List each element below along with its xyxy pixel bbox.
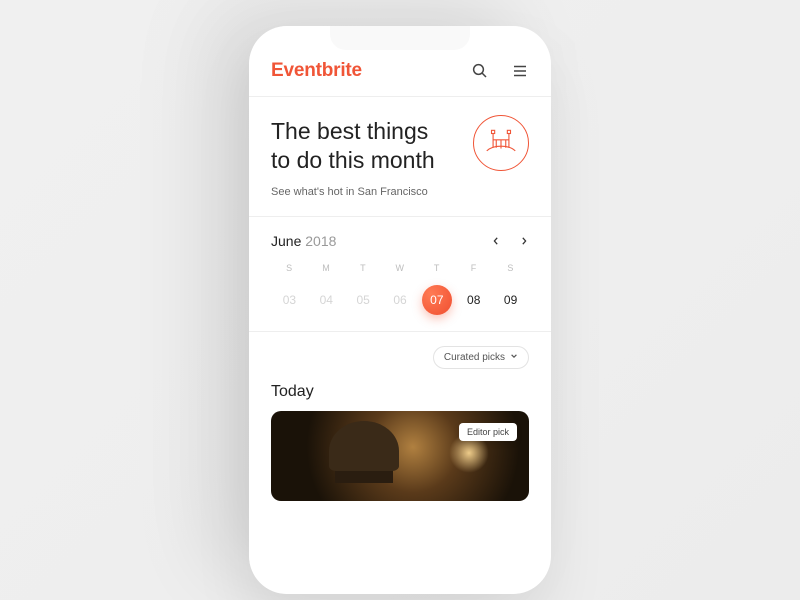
calendar-day[interactable]: 04 — [308, 283, 345, 317]
city-badge-icon[interactable] — [473, 115, 529, 171]
filter-dropdown[interactable]: Curated picks — [433, 346, 529, 369]
section-title-today: Today — [271, 383, 529, 401]
event-card[interactable]: Editor pick — [271, 411, 529, 501]
calendar: June 2018 S M T W T F S — [249, 217, 551, 332]
dow-label: S — [271, 263, 308, 273]
brand-logo[interactable]: Eventbrite — [271, 60, 362, 82]
menu-icon[interactable] — [511, 62, 529, 80]
hero-section: The best things to do this month See wha… — [249, 97, 551, 217]
calendar-nav — [491, 233, 529, 248]
calendar-month-label[interactable]: June 2018 — [271, 233, 336, 249]
dow-label: S — [492, 263, 529, 273]
hero-subtitle: See what's hot in San Francisco — [271, 186, 529, 198]
hero-title: The best things to do this month — [271, 117, 441, 176]
dow-label: F — [455, 263, 492, 273]
dow-label: T — [345, 263, 382, 273]
calendar-days-row: 03 04 05 06 07 08 09 — [271, 283, 529, 317]
header-actions — [471, 62, 529, 80]
search-icon[interactable] — [471, 62, 489, 80]
editor-pick-badge: Editor pick — [459, 423, 517, 441]
calendar-day[interactable]: 09 — [492, 283, 529, 317]
calendar-year: 2018 — [305, 233, 336, 249]
chevron-down-icon — [510, 352, 518, 363]
phone-frame: Eventbrite The best things to do this mo… — [249, 26, 551, 594]
dow-label: T — [418, 263, 455, 273]
calendar-day-selected[interactable]: 07 — [418, 283, 455, 317]
event-card-art — [329, 421, 399, 471]
dow-label: M — [308, 263, 345, 273]
calendar-day[interactable]: 08 — [455, 283, 492, 317]
content-section: Curated picks Today Editor pick — [249, 332, 551, 501]
calendar-day[interactable]: 06 — [382, 283, 419, 317]
calendar-dow-row: S M T W T F S — [271, 263, 529, 273]
filter-label: Curated picks — [444, 352, 505, 363]
calendar-day[interactable]: 05 — [345, 283, 382, 317]
app-screen: Eventbrite The best things to do this mo… — [249, 26, 551, 594]
filter-row: Curated picks — [271, 346, 529, 369]
calendar-day[interactable]: 03 — [271, 283, 308, 317]
calendar-header: June 2018 — [271, 233, 529, 249]
calendar-month: June — [271, 233, 301, 249]
dow-label: W — [382, 263, 419, 273]
calendar-next-button[interactable] — [519, 233, 529, 248]
device-notch — [330, 26, 470, 50]
calendar-prev-button[interactable] — [491, 233, 501, 248]
